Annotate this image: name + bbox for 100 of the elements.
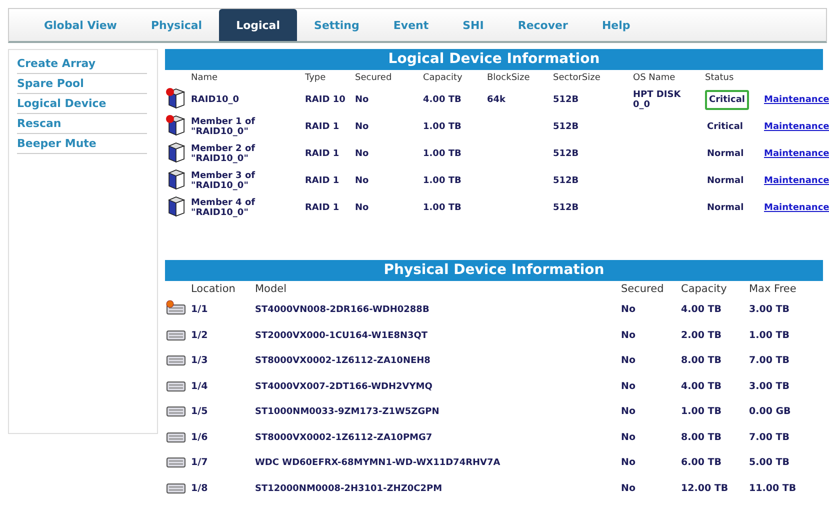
table-cell: 7.00 TB [749, 355, 790, 366]
table-cell: No [621, 355, 636, 366]
column-header: OS Name [633, 73, 676, 83]
table-cell: No [355, 94, 369, 104]
table-cell-text: RAID 1 [305, 122, 340, 132]
table-cell: 7.00 TB [749, 432, 790, 443]
nav-tab[interactable]: Physical [134, 9, 220, 41]
column-header: Status [705, 73, 734, 83]
table-cell: No [355, 148, 369, 158]
table-cell: 1.00 TB [423, 122, 462, 132]
column-header: Capacity [681, 283, 727, 295]
table-cell: 3.00 TB [749, 380, 790, 392]
table-cell: 1.00 TB [681, 406, 722, 418]
table-cell: No [355, 176, 369, 186]
table-cell: ST4000VX007-2DT166-WDH2VYMQ [255, 382, 432, 392]
table-cell: ST2000VX000-1CU164-W1E8N3QT [255, 330, 428, 341]
nav-tab[interactable]: Event [376, 9, 446, 41]
nav-tab[interactable]: Setting [297, 9, 376, 41]
table-cell: 8.00 TB [681, 355, 722, 366]
nav-tab[interactable]: Recover [500, 9, 585, 41]
maintenance-link[interactable]: Maintenance [764, 202, 829, 212]
table-cell: ST8000VX0002-1Z6112-ZA10PMG7 [255, 432, 432, 443]
column-header: BlockSize [487, 73, 530, 83]
device-name: Member 3 of "RAID10_0" [191, 170, 256, 190]
table-cell: 512B [553, 176, 579, 186]
status-text: Normal [706, 202, 745, 214]
table-cell: No [621, 432, 636, 443]
table-cell: 512B [553, 148, 579, 158]
maintenance-link[interactable]: Maintenance [764, 176, 829, 186]
table-cell: No [621, 406, 636, 418]
status-text: Critical [705, 90, 750, 110]
status-text: Critical [706, 120, 744, 134]
table-cell-text: RAID 1 [305, 202, 340, 212]
table-cell: 512B [553, 202, 579, 212]
device-name: RAID10_0 [191, 94, 240, 104]
table-cell: 1/1 [191, 304, 208, 316]
table-cell: 1/8 [191, 482, 208, 494]
nav-tab[interactable]: SHI [446, 9, 501, 41]
table-cell: 3.00 TB [749, 304, 790, 316]
table-cell-text: RAID 1 [305, 148, 340, 158]
table-cell: No [355, 122, 369, 132]
status-text: Normal [706, 148, 745, 160]
sidebar-item[interactable]: Rescan [17, 114, 147, 134]
sidebar-item[interactable]: Create Array [17, 54, 147, 74]
section-header: Physical Device Information [165, 260, 823, 281]
table-cell: 1.00 TB [423, 176, 462, 186]
table-cell: No [621, 330, 636, 341]
table-cell: WDC WD60EFRX-68MYMN1-WD-WX11D74RHV7A [255, 458, 500, 468]
sidebar-item[interactable]: Beeper Mute [17, 134, 147, 154]
table-cell: ST4000VN008-2DR166-WDH0288B [255, 305, 430, 316]
nav-tab[interactable]: Help [584, 9, 648, 41]
table-cell: ST12000NM0008-2H3101-ZHZ0C2PM [255, 484, 442, 494]
table-cell: 12.00 TB [681, 482, 728, 494]
table-cell: 4.00 TB [423, 94, 462, 104]
table-cell-text: RAID 1 [305, 176, 340, 186]
table-cell: 1/6 [191, 432, 208, 443]
nav-tab[interactable]: Global View [27, 9, 134, 41]
table-cell: HPT DISK 0_0 [633, 90, 681, 110]
nav-tab[interactable]: Logical [219, 9, 298, 41]
status-text: Normal [706, 174, 745, 188]
device-name: Member 4 of "RAID10_0" [191, 198, 256, 218]
table-cell: No [621, 304, 636, 316]
table-cell: No [355, 202, 369, 212]
table-cell: 1/7 [191, 457, 208, 468]
table-cell: 1.00 TB [423, 148, 462, 158]
column-header: SectorSize [553, 73, 600, 83]
maintenance-link[interactable]: Maintenance [764, 122, 829, 132]
table-cell: 64k [487, 94, 506, 104]
table-cell: No [621, 482, 636, 494]
column-header: Location [191, 283, 236, 295]
table-cell: 1/2 [191, 330, 208, 341]
table-cell: ST1000NM0033-9ZM173-Z1W5ZGPN [255, 407, 440, 418]
table-cell: 4.00 TB [681, 304, 722, 316]
table-cell: 1/3 [191, 355, 208, 366]
table-cell: No [621, 457, 636, 468]
device-name: Member 1 of "RAID10_0" [191, 116, 256, 136]
table-cell: 1.00 TB [749, 330, 790, 341]
table-cell: No [621, 380, 636, 392]
section-header: Logical Device Information [165, 49, 823, 70]
column-header: Type [305, 73, 326, 83]
maintenance-link[interactable]: Maintenance [764, 148, 829, 158]
table-cell: 1/5 [191, 406, 208, 418]
column-header: Secured [355, 73, 392, 83]
table-cell: 4.00 TB [681, 380, 722, 392]
table-cell: 6.00 TB [681, 457, 722, 468]
sidebar-item[interactable]: Spare Pool [17, 74, 147, 94]
column-header: Model [255, 283, 287, 295]
column-header: Secured [621, 283, 664, 295]
maintenance-link[interactable]: Maintenance [764, 94, 829, 104]
table-cell: 512B [553, 94, 579, 104]
table-cell: 8.00 TB [681, 432, 722, 443]
table-cell: 5.00 TB [749, 457, 790, 468]
table-cell: 1.00 TB [423, 202, 462, 212]
sidebar-item[interactable]: Logical Device [17, 94, 147, 114]
table-cell: 11.00 TB [749, 482, 796, 494]
table-cell: 0.00 GB [749, 406, 791, 418]
table-cell-text: RAID 10 [305, 94, 346, 104]
table-cell: 2.00 TB [681, 330, 722, 341]
column-header: Capacity [423, 73, 462, 83]
table-cell: 1/4 [191, 380, 208, 392]
